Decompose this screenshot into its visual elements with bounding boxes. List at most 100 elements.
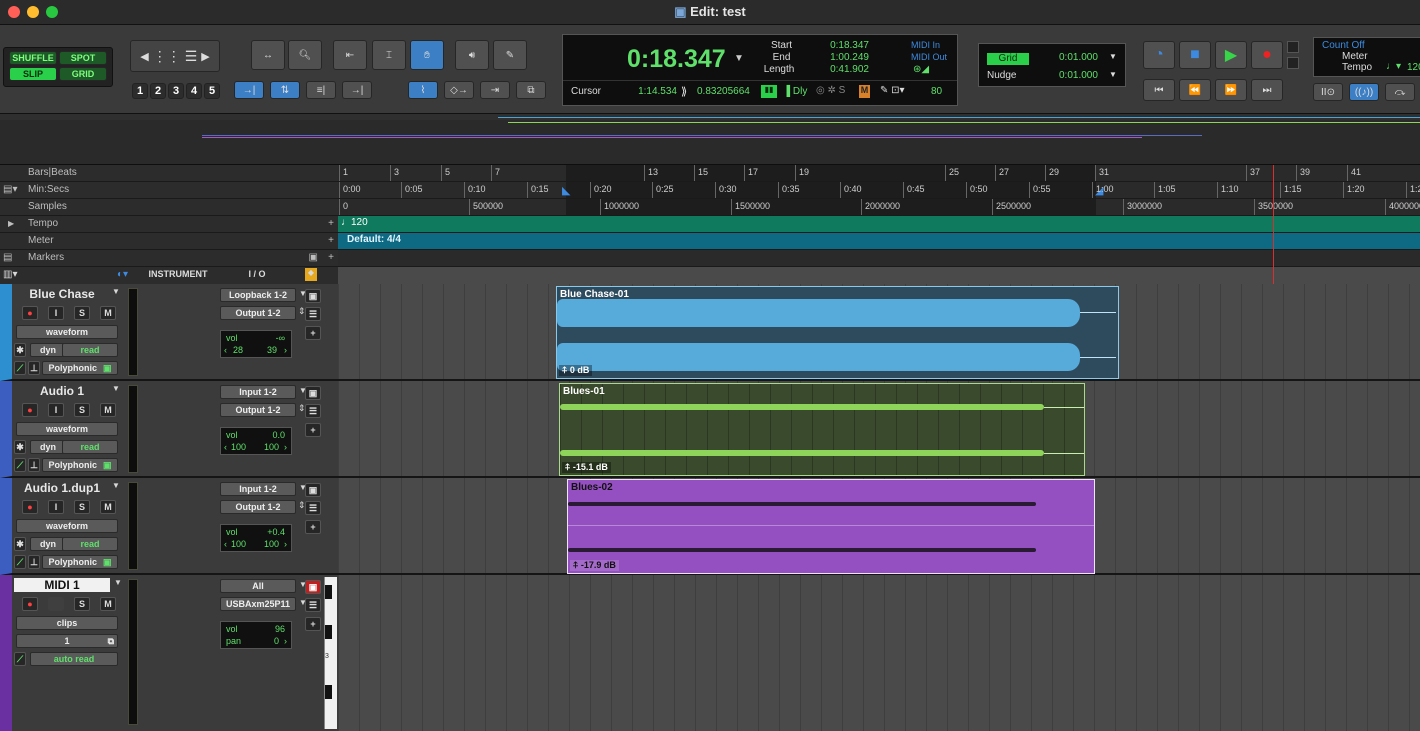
vol-value[interactable]: 0.0 — [272, 430, 285, 440]
trim-tool-icon[interactable]: ⇤ — [333, 40, 367, 70]
insert-slot-icon[interactable]: ▣ — [305, 386, 321, 400]
transport-indicator-top[interactable] — [1287, 41, 1299, 53]
velocity-pan-display[interactable]: vol 96 pan 0 › — [220, 621, 292, 649]
clip-gain[interactable]: ⍏ 0 dB — [559, 365, 593, 376]
grid-toggle-button[interactable]: Grid — [987, 53, 1029, 65]
bars-beats-ruler[interactable]: 1 3 5 7 13 15 17 19 25 27 29 31 37 39 41 — [338, 165, 1420, 182]
play-icon[interactable]: ▶ — [1215, 41, 1247, 69]
insert-slot-icon[interactable]: ▣ — [305, 289, 321, 303]
dyn-icon[interactable]: ✱ — [14, 537, 26, 551]
input-selector[interactable]: Input 1-2 — [220, 482, 296, 496]
solo-button[interactable]: S — [74, 403, 90, 417]
track-lane-midi-1[interactable] — [338, 575, 1420, 731]
audio-clip[interactable]: Blues-01 ⍏ -15.1 dB — [559, 383, 1085, 476]
automation-mode-selector[interactable]: read — [62, 343, 118, 357]
piano-keyboard[interactable]: 3 — [324, 577, 337, 729]
zoom-preset-1[interactable]: 1 — [132, 83, 148, 99]
grid-dropdown-icon[interactable]: ▼ — [1109, 52, 1117, 61]
track-name[interactable]: MIDI 1 — [14, 578, 110, 592]
expand-tempo-icon[interactable]: ▶ — [8, 216, 14, 232]
output-selector[interactable]: Output 1-2 — [220, 500, 296, 514]
go-to-end-icon[interactable]: ⏭ — [1251, 79, 1283, 101]
grid-mode-button[interactable]: GRID — [59, 67, 107, 81]
input-monitor-button[interactable]: I — [48, 403, 64, 417]
tab-to-transient-icon[interactable]: →| — [234, 81, 264, 99]
meter-label[interactable]: Meter — [1342, 51, 1368, 62]
conductor-icon[interactable]: ((♪)) — [1349, 83, 1379, 101]
record-arm-button[interactable]: ● — [22, 403, 38, 417]
length-value[interactable]: 0:41.902 — [813, 64, 869, 75]
track-name-dropdown-icon[interactable]: ▼ — [112, 287, 120, 296]
input-monitor-button[interactable]: I — [48, 306, 64, 320]
volume-pan-display[interactable]: vol 0.0 ‹ 100 100 › — [220, 427, 292, 455]
dyn-label[interactable]: dyn — [30, 537, 66, 551]
add-marker-icon[interactable]: + — [328, 250, 334, 266]
track-name-dropdown-icon[interactable]: ▼ — [112, 481, 120, 490]
add-playlist-icon[interactable]: + — [305, 617, 321, 631]
bars-beats-ruler-label[interactable]: Bars|Beats — [0, 165, 338, 182]
rewind-icon[interactable]: ⏪ — [1179, 79, 1211, 101]
record-arm-button[interactable]: ● — [22, 306, 38, 320]
input-monitor-button[interactable]: I — [48, 500, 64, 514]
input-selector[interactable]: Loopback 1-2 — [220, 288, 296, 302]
zoom-preset-2[interactable]: 2 — [150, 83, 166, 99]
add-meter-icon[interactable]: + — [328, 233, 334, 249]
zoom-out-horizontal-icon[interactable]: ◀ — [140, 50, 148, 63]
dyn-label[interactable]: dyn — [30, 343, 66, 357]
dyn-icon[interactable]: ✱ — [14, 343, 26, 357]
markers-window-icon[interactable]: ▣ — [309, 250, 318, 266]
track-list-menu-icon[interactable]: ▥▾ — [3, 269, 17, 280]
record-icon[interactable]: ● — [1251, 41, 1283, 69]
zoom-preset-3[interactable]: 3 — [168, 83, 184, 99]
track-name-dropdown-icon[interactable]: ▼ — [112, 384, 120, 393]
online-icon[interactable]: ◔ — [1143, 41, 1175, 69]
tempo-label[interactable]: Tempo — [1342, 62, 1372, 73]
track-name[interactable]: Audio 1 — [20, 384, 104, 398]
elastic-audio-icon[interactable]: ⟋ — [14, 458, 26, 472]
waveform-zoom-icon[interactable]: ⋮⋮ — [153, 48, 181, 65]
solo-button[interactable]: S — [74, 500, 90, 514]
mute-button[interactable]: M — [100, 306, 116, 320]
slip-mode-button[interactable]: SLIP — [9, 67, 57, 81]
track-lane-audio-1-dup1[interactable]: Blues-02 ⍏ -17.9 dB — [338, 478, 1420, 575]
pan-left-value[interactable]: 100 — [231, 539, 246, 549]
elastic-audio-icon[interactable]: ⟋ — [14, 361, 26, 375]
timebase-icon[interactable]: ⊥ — [28, 458, 40, 472]
mute-button[interactable]: M — [100, 403, 116, 417]
midi-merge-icon[interactable]: M — [859, 85, 870, 98]
track-view-selector[interactable]: waveform — [16, 422, 118, 436]
zoomer-tool-icon[interactable]: 🔍︎ — [288, 40, 322, 70]
dly-indicator[interactable]: ▐ Dly — [783, 86, 807, 97]
instrument-column-header[interactable]: INSTRUMENT — [142, 269, 214, 279]
solo-button[interactable]: S — [74, 306, 90, 320]
track-view-selector[interactable]: clips — [16, 616, 118, 630]
pan-right-value[interactable]: 100 — [264, 539, 279, 549]
stop-icon[interactable]: ■ — [1179, 41, 1211, 69]
spot-mode-button[interactable]: SPOT — [59, 51, 107, 65]
track-view-selector[interactable]: waveform — [16, 325, 118, 339]
grabber-hand-tool-icon[interactable]: ✋︎ — [410, 40, 444, 70]
track-lane-audio-1[interactable]: Blues-01 ⍏ -15.1 dB — [338, 381, 1420, 478]
zoom-preset-4[interactable]: 4 — [186, 83, 202, 99]
io-column-header[interactable]: I / O — [220, 269, 294, 279]
automation-mode-selector[interactable]: read — [62, 440, 118, 454]
track-header-audio-1[interactable]: Audio 1 ▼ ● I S M waveform ✱ dyn read ⟋ … — [0, 381, 338, 478]
timebase-icon[interactable]: ⊥ — [28, 361, 40, 375]
loop-playback-icon[interactable]: II⊙ — [1313, 83, 1343, 101]
dyn-icon[interactable]: ✱ — [14, 440, 26, 454]
samples-ruler-label[interactable]: Samples — [0, 199, 338, 216]
grid-value[interactable]: 0:01.000 — [1059, 52, 1098, 63]
send-slot-icon[interactable]: ☰ — [305, 404, 321, 418]
vol-value[interactable]: +0.4 — [267, 527, 285, 537]
meter-event[interactable]: Default: 4/4 — [347, 234, 401, 245]
nudge-dropdown-icon[interactable]: ▼ — [1109, 70, 1117, 79]
zoomer-reset-icon[interactable]: ↔ — [251, 40, 285, 70]
input-selector[interactable]: Input 1-2 — [220, 385, 296, 399]
layered-editing-icon[interactable]: ⧉ — [516, 81, 546, 99]
pan-value[interactable]: 0 — [274, 636, 279, 646]
metronome-icon[interactable]: ⊛◢ — [913, 64, 929, 75]
elastic-mode-selector[interactable]: Polyphonic ▣ — [42, 555, 118, 569]
volume-pan-display[interactable]: vol -∞ ‹ 28 39 › — [220, 330, 292, 358]
send-slot-icon[interactable]: ☰ — [305, 501, 321, 515]
selection-start-marker[interactable]: ◣ — [562, 184, 570, 197]
